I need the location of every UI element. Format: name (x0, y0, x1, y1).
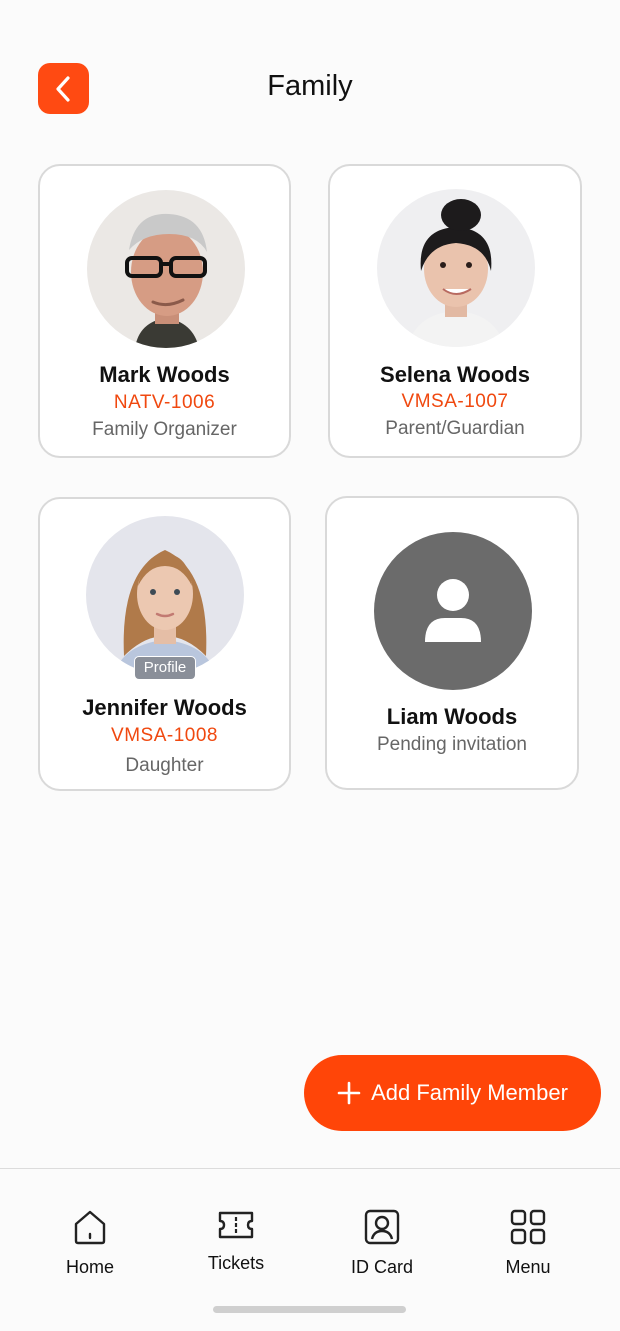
tab-home[interactable]: Home (30, 1209, 150, 1289)
member-name: Mark Woods (99, 362, 230, 387)
member-name: Liam Woods (386, 704, 518, 729)
ticket-icon (218, 1211, 254, 1239)
tab-menu[interactable]: Menu (468, 1209, 588, 1289)
tab-label: ID Card (350, 1257, 413, 1277)
member-card-selena[interactable]: Selena Woods VMSA-1007 Parent/Guardian (328, 164, 582, 458)
member-code: VMSA-1007 (401, 391, 509, 412)
home-indicator (213, 1306, 406, 1313)
member-role: Parent/Guardian (385, 418, 525, 439)
user-icon (425, 579, 481, 642)
tab-label: Menu (505, 1257, 551, 1277)
home-icon (74, 1210, 106, 1245)
member-role: Family Organizer (92, 419, 237, 440)
tab-tickets[interactable]: Tickets (176, 1209, 296, 1289)
member-name: Selena Woods (380, 362, 530, 387)
member-code: VMSA-1008 (111, 725, 218, 746)
profile-badge: Profile (134, 656, 196, 680)
member-code: NATV-1006 (113, 392, 216, 413)
member-card-mark[interactable]: Mark Woods NATV-1006 Family Organizer (38, 164, 291, 458)
avatar (86, 516, 244, 674)
grid-icon (510, 1209, 546, 1245)
avatar (87, 190, 245, 348)
tab-label: Home (65, 1257, 114, 1277)
member-card-jennifer[interactable]: Profile Jennifer Woods VMSA-1008 Daughte… (38, 497, 291, 791)
avatar (377, 189, 535, 347)
member-card-liam[interactable]: Liam Woods Pending invitation (325, 496, 579, 790)
add-family-member-button[interactable]: Add Family Member (304, 1055, 601, 1131)
plus-icon (337, 1081, 361, 1105)
id-card-icon (364, 1209, 400, 1245)
member-status: Pending invitation (377, 734, 527, 755)
tab-id-card[interactable]: ID Card (322, 1209, 442, 1289)
avatar-placeholder (374, 532, 532, 690)
member-name: Jennifer Woods (82, 695, 247, 720)
page-title: Family (267, 70, 353, 102)
member-role: Daughter (125, 755, 204, 776)
header: Family (0, 0, 620, 150)
add-button-label: Add Family Member (371, 1080, 568, 1105)
tab-label: Tickets (207, 1253, 265, 1273)
